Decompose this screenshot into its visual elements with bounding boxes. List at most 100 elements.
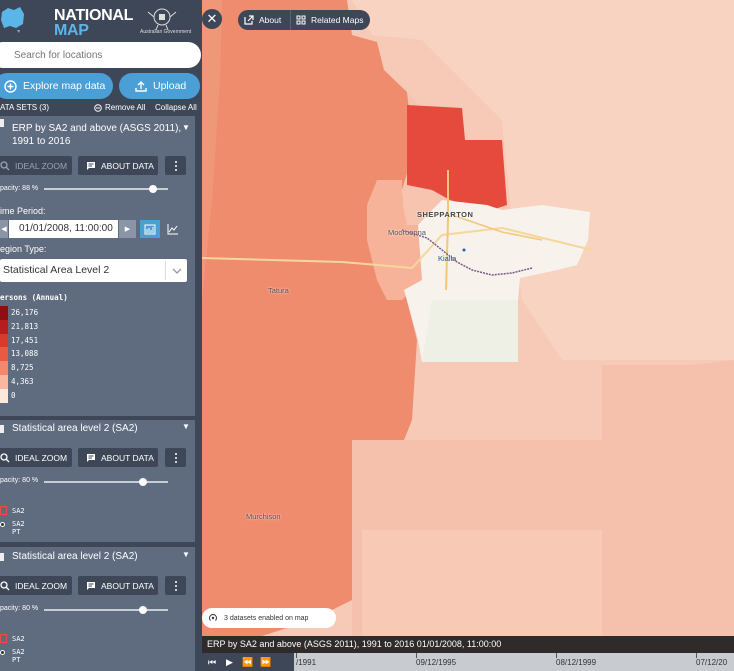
opacity-label: pacity: 80 % <box>0 477 39 484</box>
legend-value: 26,176 <box>11 308 39 317</box>
previous-date-button[interactable]: ◀ <box>0 220 8 238</box>
play-icon[interactable]: ▶ <box>226 657 233 668</box>
search-bar <box>0 42 201 68</box>
slider-knob[interactable] <box>149 185 158 193</box>
dataset-title: ERP by SA2 and above (ASGS 2011), <box>12 123 182 134</box>
timeline-tick: 09/12/1995 <box>416 658 457 667</box>
external-link-icon <box>244 15 254 25</box>
timeline-tick: /1991 <box>296 658 317 667</box>
timeline-track[interactable]: /1991 09/12/1995 08/12/1999 07/12/20 <box>294 653 734 671</box>
related-maps-button[interactable]: Related Maps <box>296 10 363 30</box>
rewind-icon[interactable]: ⏪ <box>242 657 253 668</box>
brand-title[interactable]: NATIONAL MAP <box>54 8 133 39</box>
related-maps-label: Related Maps <box>311 15 364 25</box>
remove-all-button[interactable]: Remove All <box>94 103 145 112</box>
place-label: Tatura <box>268 286 289 295</box>
legend-swatch <box>0 306 8 320</box>
skip-back-icon[interactable]: ⏮ <box>208 657 216 668</box>
legend-value: SA2 <box>12 507 25 515</box>
explore-map-data-button[interactable]: Explore map data <box>0 73 113 99</box>
legend-value: SA2 <box>12 635 25 643</box>
dataset-panel-header[interactable]: Statistical area level 2 (SA2) ▼ <box>0 550 195 564</box>
about-data-button[interactable]: ABOUT DATA <box>78 156 158 175</box>
dataset-title: Statistical area level 2 (SA2) <box>12 423 138 434</box>
current-date-field[interactable]: 01/01/2008, 11:00:00 <box>9 220 118 238</box>
about-data-button[interactable]: ABOUT DATA <box>78 448 158 467</box>
opacity-label: pacity: 80 % <box>0 605 39 612</box>
legend-swatch <box>0 374 8 389</box>
ideal-zoom-label: IDEAL ZOOM <box>15 580 68 591</box>
line-chart-icon <box>167 224 178 235</box>
dataset-panel: ERP by SA2 and above (ASGS 2011), 1991 t… <box>0 116 195 416</box>
legend-value: 8,725 <box>11 363 34 373</box>
chevron-down-icon[interactable]: ▼ <box>182 550 190 559</box>
place-label: SHEPPARTON <box>417 210 474 219</box>
collapse-sidebar-button[interactable]: ✕ <box>202 9 222 29</box>
opacity-slider[interactable] <box>44 606 168 614</box>
ideal-zoom-button[interactable]: IDEAL ZOOM <box>0 576 72 595</box>
more-options-button[interactable] <box>165 448 186 467</box>
legend: 26,176 21,813 17,451 13,088 8,725 4,363 … <box>0 306 38 403</box>
visibility-checkbox[interactable] <box>0 425 4 433</box>
legend-value: SA2 PT <box>12 520 25 536</box>
legend-swatch <box>0 388 8 403</box>
slider-knob[interactable] <box>139 478 148 486</box>
grid-icon <box>296 15 306 25</box>
region-type-select[interactable]: Statistical Area Level 2 <box>0 259 187 282</box>
australia-logo-icon <box>1 7 24 33</box>
about-label: About <box>259 15 282 25</box>
point-swatch <box>0 522 5 527</box>
place-label: Mooroopna <box>388 228 426 237</box>
upload-icon <box>135 81 147 92</box>
legend-swatch <box>0 333 8 348</box>
legend-value: 21,813 <box>11 321 39 331</box>
ideal-zoom-button[interactable]: IDEAL ZOOM <box>0 156 72 175</box>
explore-label: Explore map data <box>23 80 106 92</box>
time-caption: ERP by SA2 and above (ASGS 2011), 1991 t… <box>202 636 734 653</box>
upload-button[interactable]: Upload <box>119 73 200 99</box>
opacity-label: pacity: 88 % <box>0 185 39 192</box>
datasets-count: ATA SETS (3) <box>0 103 50 112</box>
about-button[interactable]: About <box>244 10 281 30</box>
datasets-enabled-chip[interactable]: 3 datasets enabled on map <box>202 608 336 628</box>
visibility-checkbox[interactable] <box>0 119 4 127</box>
ideal-zoom-button[interactable]: IDEAL ZOOM <box>0 448 72 467</box>
chevron-down-icon[interactable]: ▼ <box>182 422 190 431</box>
fast-forward-icon[interactable]: ⏩ <box>260 657 271 668</box>
dataset-panel-header[interactable]: Statistical area level 2 (SA2) ▼ <box>0 422 195 436</box>
calendar-icon <box>144 224 156 235</box>
chevron-down-icon[interactable]: ▼ <box>182 123 190 132</box>
opacity-slider[interactable] <box>44 478 168 486</box>
legend-item: 17,451 <box>0 333 38 348</box>
comment-icon <box>87 161 95 170</box>
map-layer <box>202 0 734 636</box>
legend-value: 4,363 <box>11 376 34 386</box>
brand-header: NATIONAL MAP Australian Government <box>0 0 202 40</box>
opacity-slider[interactable] <box>44 185 168 193</box>
slider-knob[interactable] <box>139 606 148 614</box>
next-date-button[interactable]: ▶ <box>119 220 136 238</box>
collapse-all-button[interactable]: Collapse All <box>155 103 197 112</box>
visibility-checkbox[interactable] <box>0 553 4 561</box>
signal-icon <box>209 614 217 621</box>
region-type-label: egion Type: <box>0 244 47 254</box>
about-data-label: ABOUT DATA <box>101 452 154 463</box>
more-options-button[interactable] <box>165 576 186 595</box>
legend-item: 21,813 <box>0 319 39 334</box>
about-data-label: ABOUT DATA <box>101 160 154 171</box>
legend-title: ersons (Annual) <box>0 293 68 302</box>
sidebar-scrollbar-track[interactable] <box>195 116 202 671</box>
legend-value: SA2 PT <box>12 648 25 664</box>
timeline-toggle-button[interactable] <box>140 220 160 238</box>
brand-line-2: MAP <box>54 22 89 39</box>
chart-toggle-button[interactable] <box>163 220 183 238</box>
about-data-button[interactable]: ABOUT DATA <box>78 576 158 595</box>
comment-icon <box>87 581 95 590</box>
more-options-button[interactable] <box>165 156 186 175</box>
polygon-swatch <box>0 634 7 643</box>
dataset-panel-header[interactable]: ERP by SA2 and above (ASGS 2011), 1991 t… <box>0 116 195 150</box>
comment-icon <box>87 453 95 462</box>
map-canvas[interactable]: SHEPPARTON Mooroopna Kialla Tatura Murch… <box>202 0 734 636</box>
search-input[interactable] <box>14 42 194 68</box>
timeline: ⏮ ▶ ⏪ ⏩ /1991 09/12/1995 08/12/1999 07/1… <box>202 653 734 671</box>
